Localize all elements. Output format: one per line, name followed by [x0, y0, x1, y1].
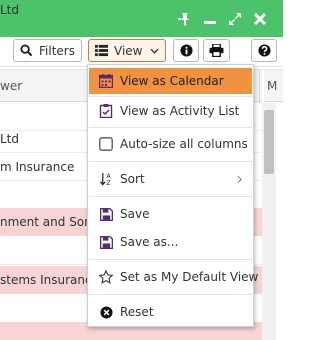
menu-item-view-as-activity-list[interactable]: View as Activity List	[89, 98, 252, 124]
menu-item-sort[interactable]: AZ Sort	[89, 166, 252, 192]
calendar-icon	[98, 73, 114, 89]
reset-icon	[98, 304, 114, 320]
menu-item-save-as[interactable]: Save as...	[89, 229, 252, 255]
table-cell: m Insurance	[0, 160, 75, 174]
column-header-m-label: M	[267, 79, 278, 93]
sort-az-icon: AZ	[98, 171, 114, 187]
table-cell: stems Insurance	[0, 273, 99, 287]
search-icon	[20, 44, 33, 57]
menu-item-label: Set as My Default View	[120, 270, 259, 284]
list-icon	[95, 44, 108, 57]
chevron-right-icon	[237, 173, 242, 187]
column-header-m[interactable]: M	[264, 69, 283, 102]
pin-icon[interactable]	[176, 10, 194, 28]
clipboard-icon	[98, 103, 114, 119]
column-header-owner[interactable]: wer	[0, 79, 22, 93]
checkbox-icon	[98, 136, 114, 152]
title-bar	[0, 0, 283, 37]
filters-label: Filters	[39, 43, 75, 58]
menu-separator	[89, 259, 252, 260]
column-divider[interactable]	[259, 70, 260, 103]
print-button[interactable]	[203, 39, 230, 62]
svg-text:A: A	[106, 173, 111, 180]
help-button[interactable]	[251, 39, 277, 62]
printer-icon	[209, 44, 224, 57]
menu-item-label: Save	[120, 207, 150, 221]
toolbar: Filters View	[0, 37, 283, 67]
menu-item-save[interactable]: Save	[89, 201, 252, 227]
menu-separator	[89, 161, 252, 162]
menu-item-set-default-view[interactable]: Set as My Default View	[89, 264, 258, 290]
table-cell: Ltd	[0, 3, 20, 17]
menu-item-label: Save as...	[120, 235, 179, 249]
view-label: View	[114, 43, 143, 58]
save-as-icon	[98, 234, 114, 250]
maximize-icon[interactable]	[226, 10, 244, 28]
table-cell: Ltd	[0, 132, 20, 146]
star-icon	[98, 269, 114, 285]
menu-item-view-as-calendar[interactable]: View as Calendar	[89, 68, 252, 94]
info-button[interactable]	[173, 39, 199, 62]
minimize-icon[interactable]	[201, 10, 219, 28]
view-button[interactable]: View	[88, 39, 166, 62]
menu-separator	[89, 196, 252, 197]
chevron-down-icon	[150, 48, 160, 54]
menu-item-label: Sort	[120, 172, 145, 186]
app-window: Filters View wer M Ltd Ltd m Insurance n…	[0, 0, 283, 340]
close-icon[interactable]	[251, 10, 269, 28]
help-icon	[257, 44, 271, 57]
menu-separator	[89, 294, 252, 295]
filters-button[interactable]: Filters	[13, 39, 82, 62]
view-dropdown-menu: View as Calendar View as Activity List A…	[87, 64, 258, 327]
menu-item-reset[interactable]: Reset	[89, 299, 252, 325]
scrollbar-thumb[interactable]	[264, 110, 274, 174]
menu-separator	[89, 96, 252, 97]
menu-item-label: Auto-size all columns	[120, 137, 248, 151]
menu-item-label: View as Calendar	[120, 74, 224, 88]
menu-separator	[89, 127, 252, 128]
svg-text:Z: Z	[106, 180, 110, 187]
info-icon	[179, 44, 193, 57]
menu-item-label: View as Activity List	[120, 104, 240, 118]
save-icon	[98, 206, 114, 222]
table-cell: nment and Sons	[0, 215, 99, 229]
menu-item-label: Reset	[120, 305, 154, 319]
menu-item-auto-size-columns[interactable]: Auto-size all columns	[89, 131, 252, 157]
